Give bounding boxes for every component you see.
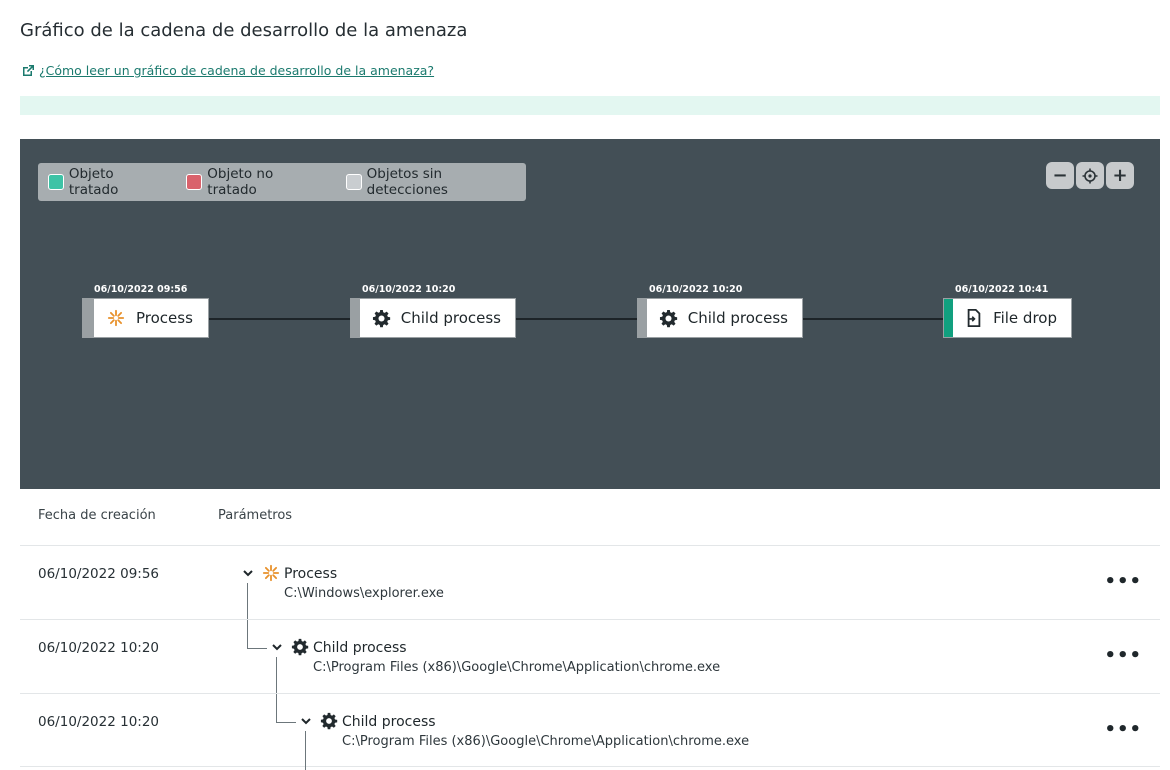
external-link-icon: [23, 64, 34, 76]
node-status-bar: [944, 299, 954, 337]
table-row[interactable]: 06/10/2022 10:20 Child process C:\Progra…: [20, 619, 1160, 722]
table-row[interactable]: 06/10/2022 09:56 Process C:\Windows\expl…: [20, 545, 1160, 648]
row-name: Child process: [313, 640, 407, 656]
file-drop-icon: [965, 308, 983, 328]
node-label: File drop: [993, 309, 1057, 327]
legend-item-no-detections: Objetos sin detecciones: [345, 166, 526, 198]
row-date: 06/10/2022 10:20: [38, 714, 160, 730]
node-time: 06/10/2022 10:20: [649, 284, 743, 295]
node-label: Process: [136, 309, 193, 327]
legend-label: Objeto no tratado: [207, 166, 274, 198]
help-link-label[interactable]: ¿Cómo leer un gráfico de cadena de desar…: [39, 63, 434, 78]
node-time: 06/10/2022 10:41: [955, 284, 1049, 295]
row-date: 06/10/2022 09:56: [38, 566, 160, 582]
row-path: C:\Program Files (x86)\Google\Chrome\App…: [313, 660, 721, 675]
zoom-out-button[interactable]: −: [1046, 162, 1074, 189]
crosshair-icon: [1082, 168, 1098, 183]
chain-node-child-process[interactable]: Child process: [350, 298, 516, 338]
legend-item-treated: Objeto tratado: [48, 166, 166, 198]
tree-line: [305, 731, 306, 770]
row-name: Process: [284, 566, 338, 582]
chevron-down-icon[interactable]: [299, 714, 313, 728]
table-header: Fecha de creación Parámetros: [0, 508, 1170, 528]
gear-icon: [372, 308, 391, 328]
column-header-date[interactable]: Fecha de creación: [38, 508, 156, 523]
chain-node-file-drop[interactable]: File drop: [943, 298, 1072, 338]
chevron-down-icon[interactable]: [270, 640, 284, 654]
node-label: Child process: [687, 309, 788, 327]
center-button[interactable]: [1076, 162, 1104, 189]
row-date: 06/10/2022 10:20: [38, 640, 160, 656]
zoom-in-button[interactable]: +: [1106, 162, 1134, 189]
node-status-bar: [83, 299, 94, 337]
gear-icon: [659, 308, 678, 328]
chain-connector: [208, 318, 350, 320]
legend-swatch-treated: [48, 174, 64, 190]
process-icon: [262, 564, 280, 582]
gear-icon: [291, 638, 309, 656]
node-time: 06/10/2022 09:56: [94, 284, 188, 295]
process-icon: [106, 308, 126, 328]
tree-line: [276, 722, 296, 723]
chevron-down-icon[interactable]: [241, 566, 255, 580]
table-row[interactable]: 06/10/2022 10:20 Child process C:\Progra…: [20, 693, 1160, 770]
more-options-button[interactable]: •••: [1104, 719, 1142, 740]
chain-connector: [515, 318, 637, 320]
column-header-params[interactable]: Parámetros: [218, 508, 292, 523]
help-link[interactable]: ¿Cómo leer un gráfico de cadena de desar…: [21, 63, 434, 78]
chain-connector: [802, 318, 944, 320]
legend-item-untreated: Objeto no tratado: [186, 166, 325, 198]
node-label: Child process: [400, 309, 501, 327]
chain-node-child-process[interactable]: Child process: [637, 298, 803, 338]
row-path: C:\Program Files (x86)\Google\Chrome\App…: [342, 734, 750, 749]
info-banner: [20, 96, 1160, 115]
legend-swatch-no-detections: [345, 174, 362, 190]
node-time: 06/10/2022 10:20: [362, 284, 456, 295]
row-path: C:\Windows\explorer.exe: [284, 586, 444, 601]
chain-node-process[interactable]: Process: [82, 298, 209, 338]
node-status-bar: [638, 299, 647, 337]
legend-label: Objetos sin detecciones: [366, 166, 448, 198]
row-name: Child process: [342, 714, 436, 730]
legend-label: Objeto tratado: [68, 166, 119, 198]
legend: Objeto tratado Objeto no tratado Objetos…: [38, 163, 526, 201]
threat-chain-graph[interactable]: Objeto tratado Objeto no tratado Objetos…: [20, 139, 1160, 489]
gear-icon: [320, 712, 338, 730]
more-options-button[interactable]: •••: [1104, 571, 1142, 592]
legend-swatch-untreated: [186, 174, 203, 190]
node-status-bar: [351, 299, 360, 337]
tree-line: [247, 648, 267, 649]
page-title: Gráfico de la cadena de desarrollo de la…: [20, 20, 468, 41]
more-options-button[interactable]: •••: [1104, 645, 1142, 666]
zoom-controls: − +: [1046, 162, 1134, 189]
